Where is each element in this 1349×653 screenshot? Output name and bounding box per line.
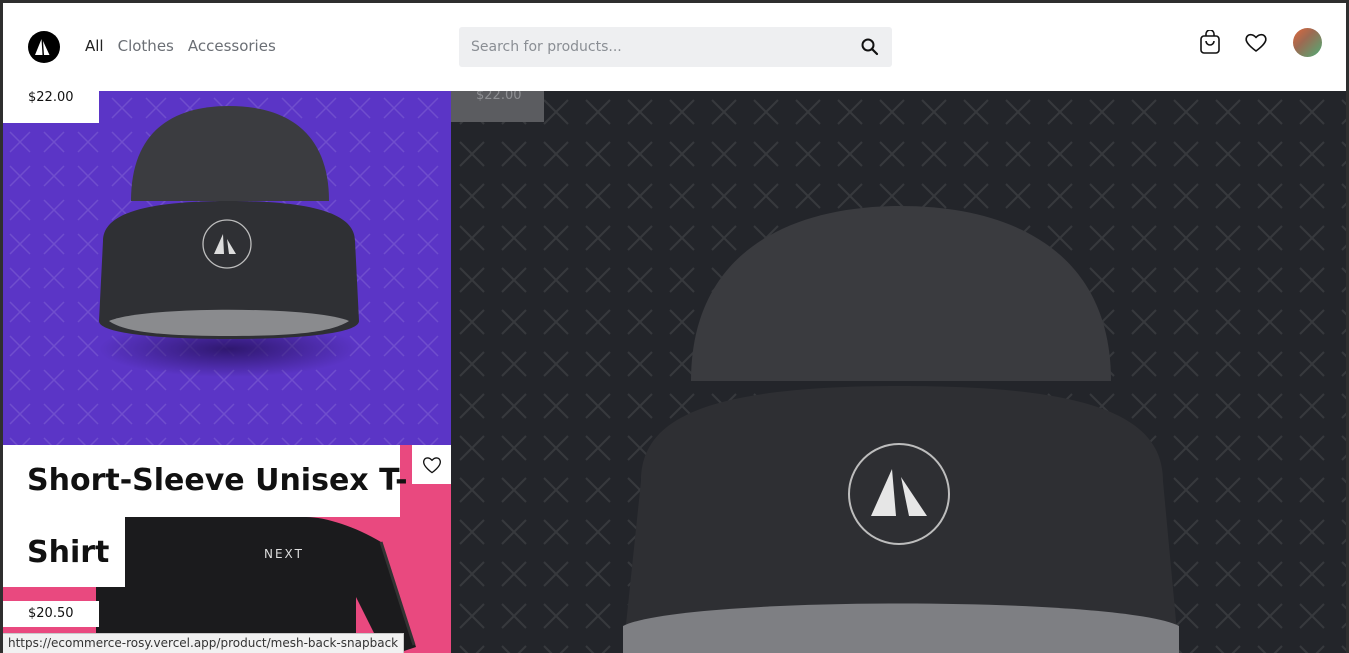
- nav-clothes[interactable]: Clothes: [118, 37, 174, 55]
- user-avatar[interactable]: [1293, 28, 1322, 57]
- featured-beanie-image: [451, 91, 1349, 653]
- product-list-column: $22.00 NEXT Short-Sleeve Unisex T- Shirt…: [3, 91, 451, 653]
- search-bar: [459, 27, 892, 67]
- top-navbar: All Clothes Accessories: [0, 0, 1349, 91]
- featured-beanie-card[interactable]: $22.00: [451, 91, 1349, 653]
- product-title-line-1: Short-Sleeve Unisex T-: [3, 445, 408, 517]
- product-title-line-2: Shirt: [3, 517, 125, 587]
- nav-all[interactable]: All: [85, 37, 104, 55]
- search-icon[interactable]: [860, 37, 880, 57]
- category-nav: All Clothes Accessories: [85, 37, 276, 55]
- featured-price-tag: $22.00: [451, 91, 544, 122]
- add-to-wishlist-button[interactable]: [412, 445, 451, 484]
- price-tag: $22.00: [3, 91, 99, 123]
- shirt-brand-text: NEXT: [264, 547, 304, 561]
- search-input[interactable]: [471, 27, 851, 67]
- status-bar-url: https://ecommerce-rosy.vercel.app/produc…: [3, 633, 405, 653]
- nav-accessories[interactable]: Accessories: [188, 37, 276, 55]
- store-logo[interactable]: [28, 31, 60, 63]
- logo-icon: [35, 39, 50, 55]
- beanie-product-card[interactable]: $22.00: [3, 91, 451, 445]
- tshirt-price-tag: $20.50: [3, 601, 99, 627]
- wishlist-heart-icon[interactable]: [1243, 30, 1269, 56]
- heart-icon: [422, 456, 441, 473]
- cart-icon[interactable]: [1197, 30, 1223, 56]
- beanie-image: [3, 91, 451, 445]
